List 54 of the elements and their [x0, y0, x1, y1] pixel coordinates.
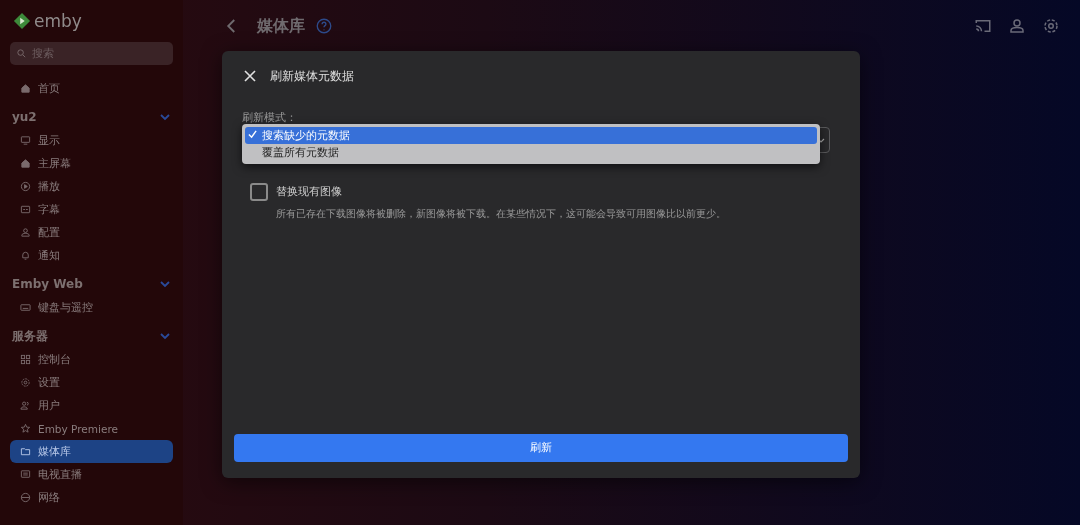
search-icon: [16, 48, 27, 59]
cast-icon[interactable]: [974, 17, 992, 35]
bell-icon: [20, 250, 31, 261]
star-icon: [20, 423, 31, 434]
logo-text: emby: [34, 11, 82, 31]
gear-icon: [20, 377, 31, 388]
globe-icon: [20, 492, 31, 503]
keyboard-icon: [20, 302, 31, 313]
home-icon: [20, 83, 31, 94]
sidebar-item[interactable]: 用户: [10, 394, 173, 417]
subtitles-icon: [20, 204, 31, 215]
logo-icon: [13, 12, 31, 30]
dropdown-option[interactable]: 搜索缺少的元数据: [245, 127, 817, 144]
page-title: 媒体库: [257, 15, 305, 37]
person-icon: [20, 227, 31, 238]
section-title: yu2: [12, 110, 37, 124]
chevron-icon[interactable]: [159, 330, 171, 342]
section-title: Emby Web: [12, 277, 83, 291]
sidebar-item[interactable]: 网络: [10, 486, 173, 509]
sidebar-item[interactable]: 通知: [10, 244, 173, 267]
checkbox[interactable]: [250, 183, 268, 201]
refresh-button[interactable]: 刷新: [234, 434, 848, 462]
monitor-icon: [20, 135, 31, 146]
sidebar-item[interactable]: 播放: [10, 175, 173, 198]
settings-icon[interactable]: [1042, 17, 1060, 35]
chevron-icon[interactable]: [159, 278, 171, 290]
description-text: 所有已存在下载图像将被删除，新图像将被下载。在某些情况下，这可能会导致可用图像比以前更少。: [276, 207, 727, 221]
user-icon[interactable]: [1008, 17, 1026, 35]
close-button[interactable]: [244, 70, 256, 82]
sidebar-item[interactable]: 显示: [10, 129, 173, 152]
play-circle-icon: [20, 181, 31, 192]
sidebar-item[interactable]: 媒体库: [10, 440, 173, 463]
people-icon: [20, 400, 31, 411]
grid-icon: [20, 354, 31, 365]
sidebar-item[interactable]: 设置: [10, 371, 173, 394]
checkbox-label: 替换现有图像: [276, 185, 342, 199]
tv-icon: [20, 469, 31, 480]
home-icon: [20, 158, 31, 169]
section-title: 服务器: [12, 327, 48, 345]
sidebar-item[interactable]: 主屏幕: [10, 152, 173, 175]
sidebar-item[interactable]: 键盘与遥控: [10, 296, 173, 319]
check-icon: [248, 130, 257, 139]
help-icon[interactable]: [315, 17, 333, 35]
dropdown-option[interactable]: 覆盖所有元数据: [245, 144, 817, 161]
field-label: 刷新模式：: [242, 111, 298, 125]
sidebar-item[interactable]: Emby Premiere: [10, 417, 173, 440]
sidebar-item[interactable]: 配置: [10, 221, 173, 244]
folder-icon: [20, 446, 31, 457]
chevron-icon[interactable]: [159, 111, 171, 123]
sidebar-item[interactable]: 字幕: [10, 198, 173, 221]
sidebar-item[interactable]: 电视直播: [10, 463, 173, 486]
sidebar-item[interactable]: 控制台: [10, 348, 173, 371]
dialog-title: 刷新媒体元数据: [270, 67, 354, 85]
sidebar-item[interactable]: 首页: [10, 77, 173, 100]
